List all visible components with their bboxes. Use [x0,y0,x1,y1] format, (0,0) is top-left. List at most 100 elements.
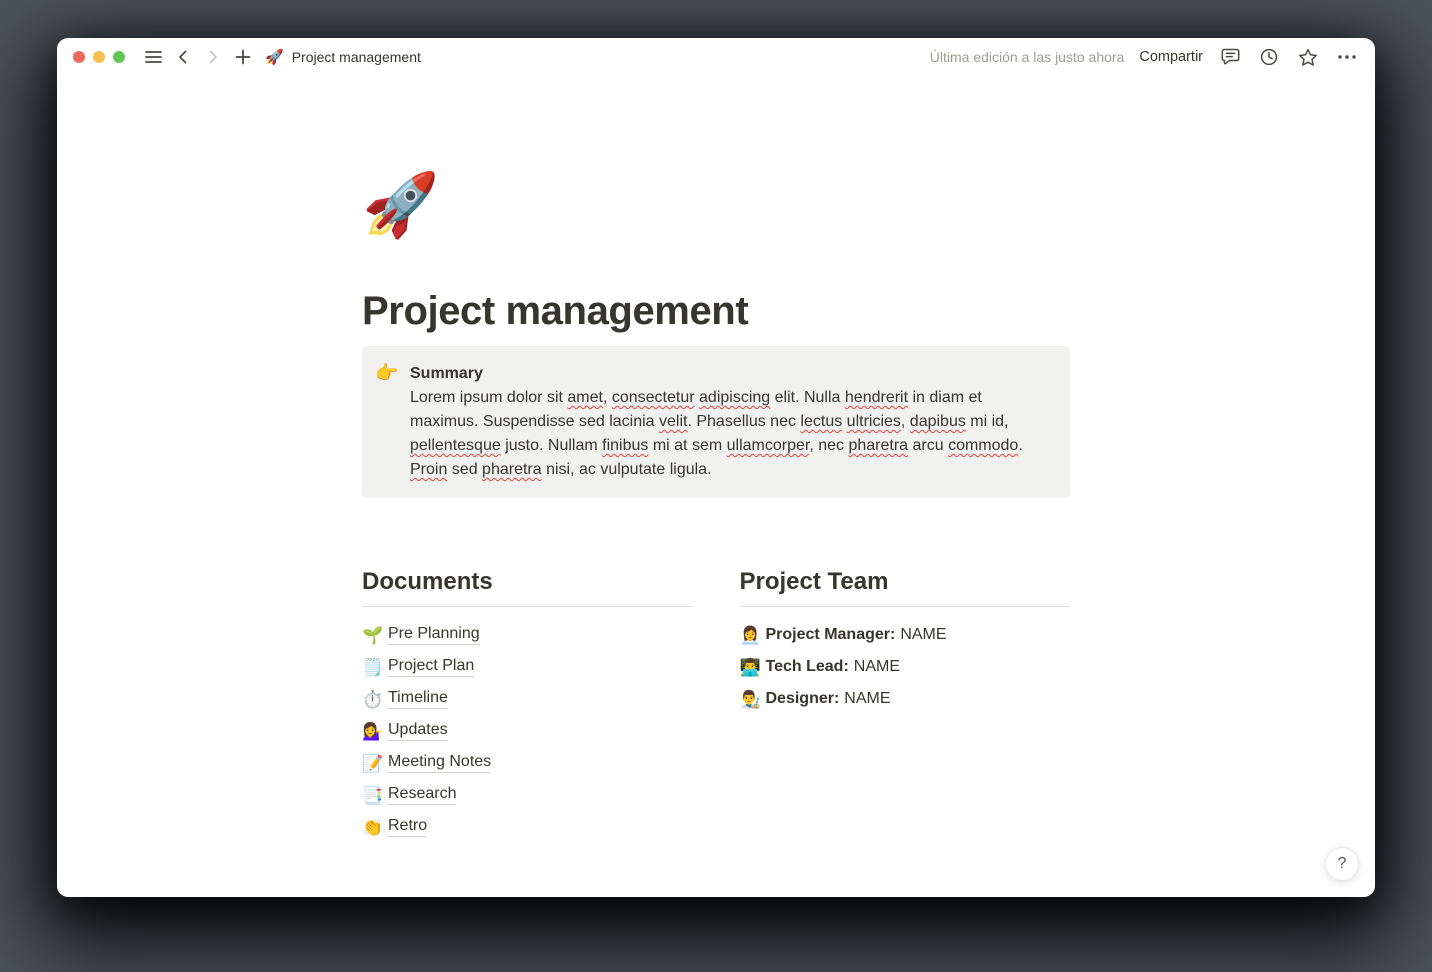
document-link-label: Updates [388,721,448,741]
page-title[interactable]: Project management [362,286,1070,336]
nav-controls [141,45,255,69]
callout-text-segment: Proin [410,461,448,478]
callout-text-segment: pellentesque [410,437,501,454]
callout-text-segment: ultricies [846,413,901,430]
callout-text-segment: hendrerit [844,389,909,406]
person-tipping-hand-icon: 💁‍♀️ [362,721,384,741]
team-member-role: Tech Lead: [765,658,849,675]
document-link-label: Pre Planning [388,625,480,645]
document-link-label: Timeline [388,689,448,709]
callout-text-segment: commodo [948,437,1019,454]
man-artist-icon: 👨‍🎨 [739,689,761,709]
callout-text-segment: pharetra [848,437,909,454]
page-rocket-icon: 🚀 [265,48,284,66]
nav-forward-icon[interactable] [201,45,225,69]
sidebar-toggle-icon[interactable] [141,45,165,69]
document-link-label: Meeting Notes [388,753,492,773]
nav-back-icon[interactable] [171,45,195,69]
page-emoji[interactable]: 🚀 [362,174,442,238]
page-content: 🚀 Project management 👉 Summary Lorem ips… [57,76,1375,897]
documents-list: 🌱 Pre Planning 🗒️ Project Plan ⏱️ Timeline 💁‍♀… [362,619,693,843]
titlebar-actions: Última edición a las justo ahora Compart… [930,45,1359,69]
man-technologist-icon: 👨‍💻 [739,657,761,677]
team-member-name: NAME [853,658,901,675]
stopwatch-icon: ⏱️ [362,689,384,709]
callout-text-segment: . Phasellus nec [687,413,801,430]
favorite-star-icon[interactable] [1296,45,1320,69]
comments-icon[interactable] [1218,45,1242,69]
zoom-window-button[interactable] [113,51,125,63]
team-member-row: 👨‍💻 Tech Lead: NAME [740,651,1071,683]
team-heading: Project Team [739,568,889,595]
summary-callout[interactable]: 👉 Summary Lorem ipsum dolor sit amet, co… [362,346,1070,498]
more-options-icon[interactable] [1335,45,1359,69]
history-clock-icon[interactable] [1257,45,1281,69]
window-titlebar: 🚀 Project management Última edición a la… [57,38,1375,76]
callout-text-segment: , nec [809,437,849,454]
callout-text-segment: , [602,389,612,406]
team-member-name: NAME [900,626,947,643]
documents-divider [362,606,693,607]
callout-text-segment: lectus [800,413,843,430]
spiral-notepad-icon: 🗒️ [362,657,384,677]
breadcrumb[interactable]: 🚀 Project management [265,49,421,65]
team-member-name: NAME [844,690,891,707]
new-tab-plus-icon[interactable] [231,45,255,69]
document-link[interactable]: 📝 Meeting Notes [362,747,693,779]
share-button[interactable]: Compartir [1139,49,1203,65]
callout-text-segment: finibus [602,437,649,454]
callout-text-segment: pharetra [482,461,542,478]
clapping-hands-icon: 👏 [362,817,384,837]
document-link[interactable]: 📑 Research [362,779,693,811]
team-list: 👩‍💼 Project Manager: NAME 👨‍💻 Tech Lead: NAME… [740,619,1071,715]
document-link[interactable]: 🗒️ Project Plan [362,651,693,683]
callout-text-segment: amet [567,389,603,406]
callout-text-segment: mi at sem [648,437,727,454]
team-member-row: 👨‍🎨 Designer: NAME [740,683,1071,715]
document-link-label: Retro [388,817,428,837]
documents-column: Documents 🌱 Pre Planning 🗒️ Project Plan ⏱️ T… [362,566,693,843]
callout-text-segment: nisi, ac vulputate ligula. [541,461,712,478]
callout-text-segment: dapibus [909,413,966,430]
seedling-icon: 🌱 [362,625,384,645]
team-member-row: 👩‍💼 Project Manager: NAME [740,619,1071,651]
minimize-window-button[interactable] [93,51,105,63]
team-member-role: Designer: [765,690,840,707]
team-divider [739,606,1070,607]
callout-text-segment: Lorem ipsum dolor sit [410,389,568,406]
callout-text: Lorem ipsum dolor sit amet, consectetur … [410,386,1042,482]
document-link[interactable]: 👏 Retro [362,811,693,843]
bookmark-tabs-icon: 📑 [362,785,384,805]
document-link[interactable]: 🌱 Pre Planning [362,619,693,651]
notion-window: 🚀 Project management Última edición a la… [57,38,1375,897]
pointing-right-icon[interactable]: 👉 [374,362,400,482]
document-link-label: Research [388,785,457,805]
callout-text-segment: adipiscing [699,389,771,406]
callout-text-segment: , [900,413,910,430]
callout-text-segment: consectetur [611,389,695,406]
traffic-lights [73,51,125,63]
document-link-label: Project Plan [388,657,475,677]
memo-icon: 📝 [362,753,384,773]
callout-heading: Summary [410,365,483,382]
breadcrumb-title: Project management [291,49,421,65]
documents-heading: Documents [362,568,493,595]
team-column: Project Team 👩‍💼 Project Manager: NAME 👨‍💻 T… [739,566,1071,843]
callout-text-segment: justo. Nullam [500,437,603,454]
two-column-section: Documents 🌱 Pre Planning 🗒️ Project Plan ⏱️ T… [362,566,1070,843]
callout-body: Summary Lorem ipsum dolor sit amet, cons… [410,362,1042,482]
last-edited-status: Última edición a las justo ahora [929,49,1125,65]
callout-text-segment: ullamcorper [726,437,810,454]
document-link[interactable]: ⏱️ Timeline [362,683,693,715]
team-member-role: Project Manager: [765,626,896,643]
woman-office-worker-icon: 👩‍💼 [739,625,761,645]
callout-text-segment: elit. Nulla [770,389,845,406]
help-button[interactable]: ? [1325,847,1359,881]
close-window-button[interactable] [73,51,85,63]
callout-text-segment: . [1018,437,1023,454]
callout-text-segment: arcu [908,437,949,454]
callout-text-segment: mi id, [965,413,1009,430]
callout-text-segment: velit [659,413,688,430]
callout-text-segment: sed [447,461,483,478]
document-link[interactable]: 💁‍♀️ Updates [362,715,693,747]
